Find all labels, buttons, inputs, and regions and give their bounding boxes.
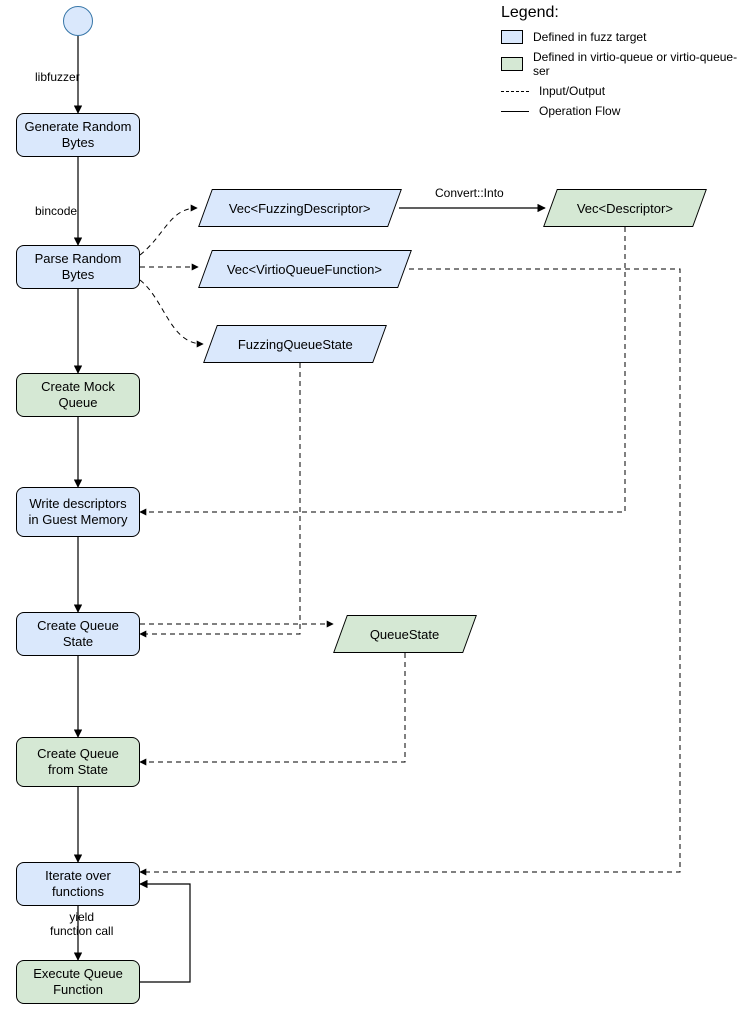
legend-swatch-blue bbox=[501, 30, 523, 44]
legend-label: Defined in fuzz target bbox=[533, 30, 646, 44]
legend-title: Legend: bbox=[501, 4, 741, 22]
edge-label-yield-function-call: yield function call bbox=[50, 910, 113, 938]
node-iterate-over-functions: Iterate over functions bbox=[16, 862, 140, 906]
edge-label-bincode: bincode bbox=[35, 204, 77, 218]
legend-row-virtio: Defined in virtio-queue or virtio-queue-… bbox=[501, 50, 741, 78]
node-parse-random-bytes: Parse Random Bytes bbox=[16, 245, 140, 289]
node-label: Execute Queue Function bbox=[23, 966, 133, 999]
data-label: FuzzingQueueState bbox=[238, 337, 353, 352]
legend-swatch-green bbox=[501, 57, 523, 71]
node-create-queue-from-state: Create Queue from State bbox=[16, 737, 140, 787]
legend-label: Defined in virtio-queue or virtio-queue-… bbox=[533, 50, 741, 78]
node-label: Iterate over functions bbox=[23, 868, 133, 901]
node-create-mock-queue: Create Mock Queue bbox=[16, 373, 140, 417]
node-label: Write descriptors in Guest Memory bbox=[23, 496, 133, 529]
legend: Legend: Defined in fuzz target Defined i… bbox=[501, 4, 741, 124]
legend-line-dashed bbox=[501, 91, 529, 92]
data-vec-fuzzing-descriptor: Vec<FuzzingDescriptor> bbox=[198, 189, 402, 227]
node-generate-random-bytes: Generate Random Bytes bbox=[16, 113, 140, 157]
legend-row-opflow: Operation Flow bbox=[501, 104, 741, 118]
data-vec-descriptor: Vec<Descriptor> bbox=[543, 189, 707, 227]
legend-row-io: Input/Output bbox=[501, 84, 741, 98]
data-label: Vec<FuzzingDescriptor> bbox=[229, 201, 371, 216]
node-label: Generate Random Bytes bbox=[23, 119, 133, 152]
legend-line-solid bbox=[501, 111, 529, 112]
legend-label: Input/Output bbox=[539, 84, 605, 98]
node-create-queue-state: Create Queue State bbox=[16, 612, 140, 656]
start-node bbox=[63, 6, 93, 36]
node-label: Create Mock Queue bbox=[23, 379, 133, 412]
edge-label-convert-into: Convert::Into bbox=[435, 186, 504, 200]
diagram-canvas: { "legend": { "title": "Legend:", "fuzz_… bbox=[0, 0, 751, 1017]
data-fuzzing-queue-state: FuzzingQueueState bbox=[203, 325, 387, 363]
node-label: Create Queue State bbox=[23, 618, 133, 651]
node-write-descriptors: Write descriptors in Guest Memory bbox=[16, 487, 140, 537]
data-label: Vec<VirtioQueueFunction> bbox=[227, 262, 382, 277]
edge-label-libfuzzer: libfuzzer bbox=[35, 70, 80, 84]
node-label: Parse Random Bytes bbox=[23, 251, 133, 284]
legend-label: Operation Flow bbox=[539, 104, 620, 118]
data-vec-virtio-queue-function: Vec<VirtioQueueFunction> bbox=[198, 250, 412, 288]
data-label: Vec<Descriptor> bbox=[577, 201, 673, 216]
node-execute-queue-function: Execute Queue Function bbox=[16, 960, 140, 1004]
legend-row-fuzz-target: Defined in fuzz target bbox=[501, 30, 741, 44]
node-label: Create Queue from State bbox=[23, 746, 133, 779]
data-queue-state: QueueState bbox=[333, 615, 477, 653]
data-label: QueueState bbox=[370, 627, 439, 642]
